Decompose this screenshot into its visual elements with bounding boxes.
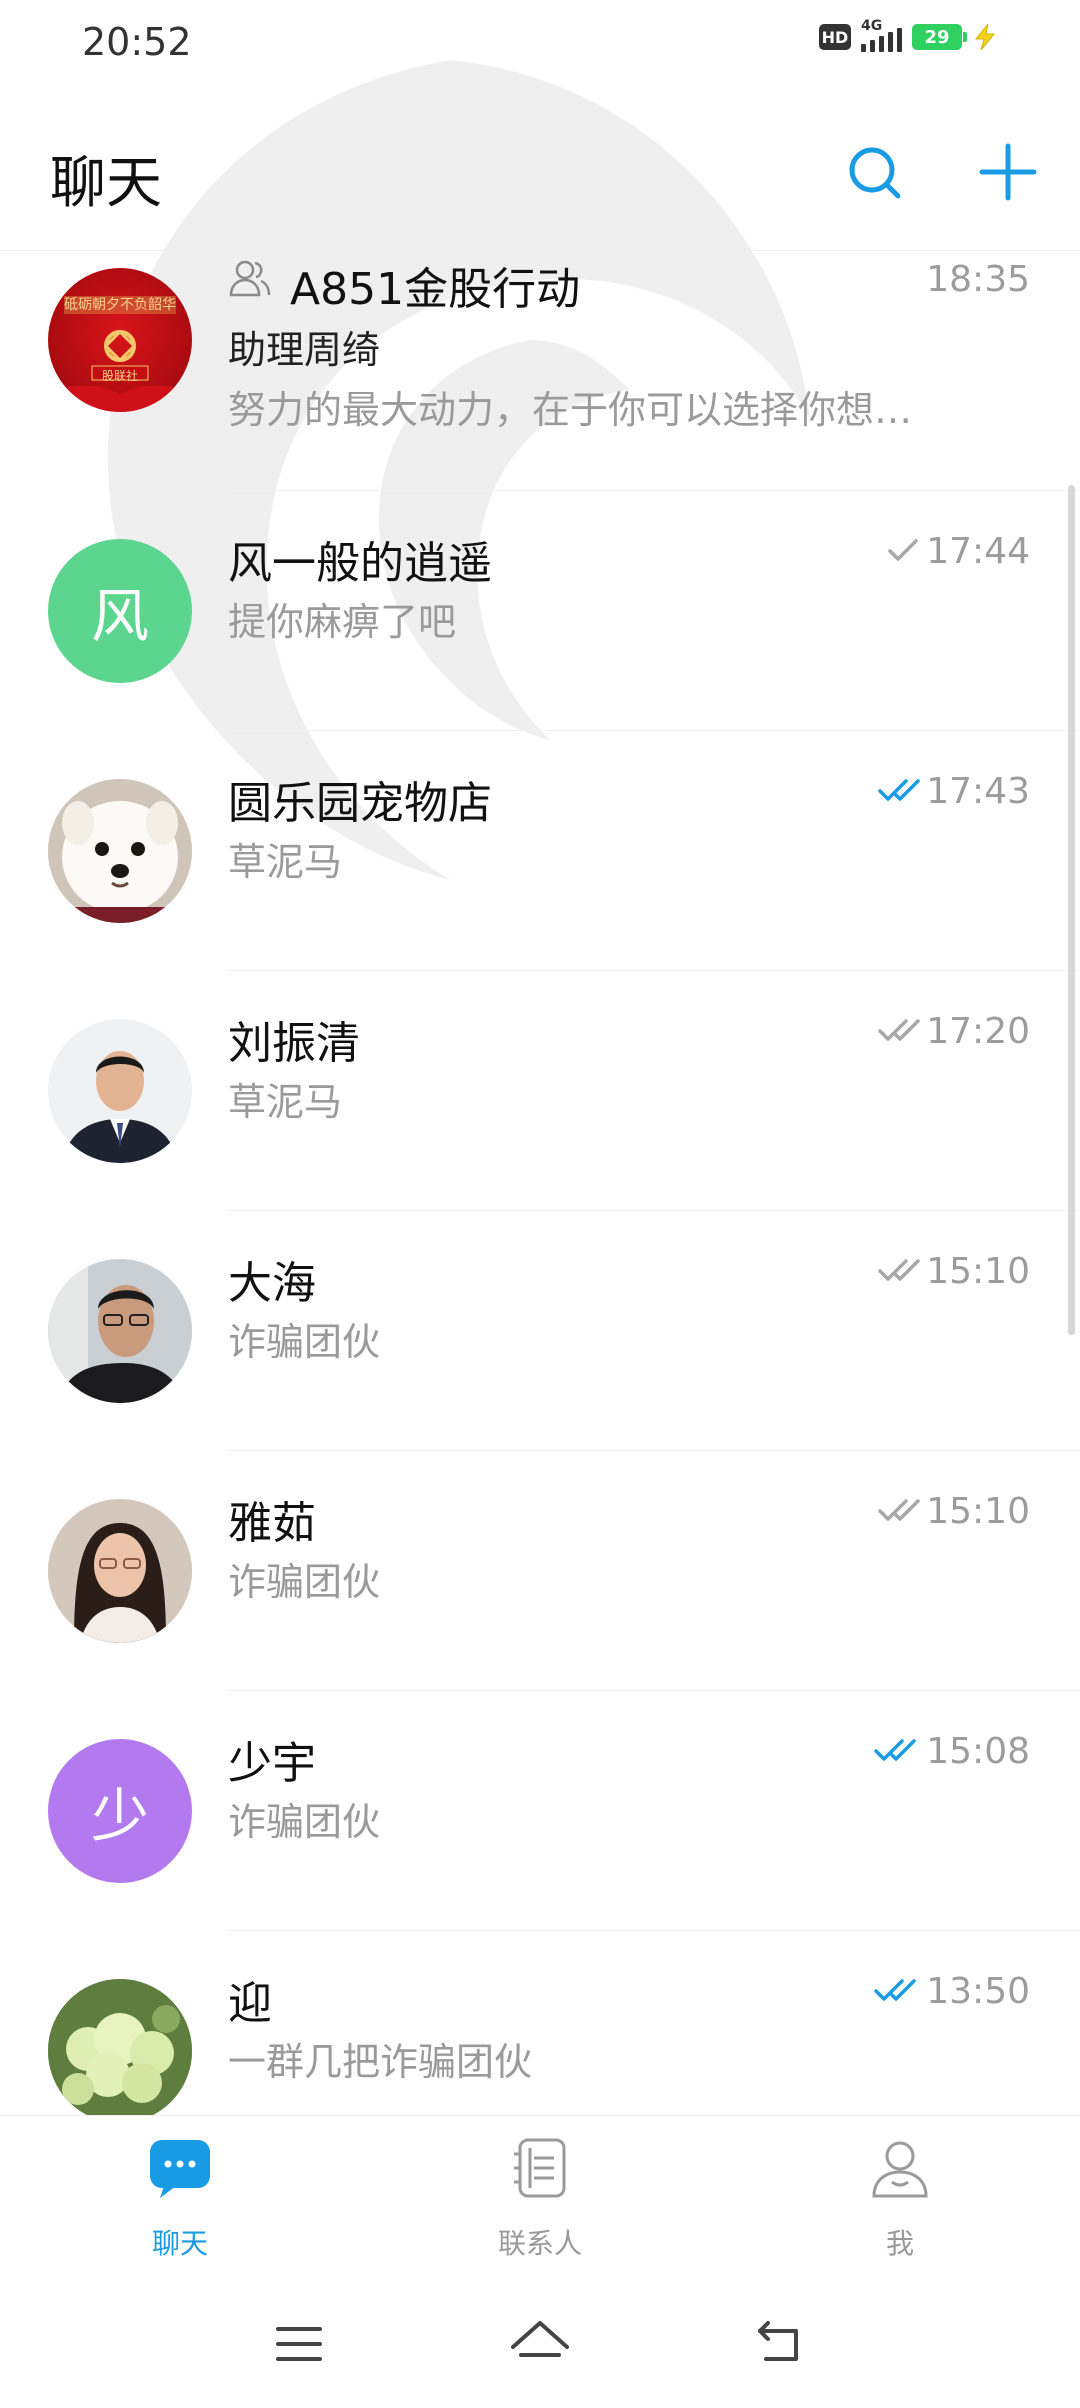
contacts-icon [514,2138,566,2198]
chat-preview: 一群几把诈骗团伙 [228,2040,533,2084]
flower-avatar-icon [48,1979,192,2123]
avatar [48,1019,192,1163]
network-type: 4G [861,18,883,34]
person-avatar-icon [48,1259,192,1403]
tab-label: 联系人 [497,2227,582,2260]
chat-time: 17:20 [926,1011,1030,1052]
plus-icon[interactable] [972,136,1044,208]
home-icon[interactable] [505,2309,575,2379]
chat-preview: 努力的最大动力，在于你可以选择你想… [228,388,913,432]
tab-label: 我 [885,2227,914,2260]
read-check-icon [874,1739,916,1761]
avatar-letter: 风 [90,582,149,650]
search-icon[interactable] [840,138,912,210]
read-check-icon [878,779,920,801]
profile-icon [872,2141,928,2198]
status-time: 20:52 [82,20,192,64]
avatar [48,1499,192,1643]
chat-item[interactable]: 大海 15:10 诈骗团伙 [0,1211,1080,1451]
system-nav-bar [0,2285,1080,2408]
avatar [48,1259,192,1403]
chat-time: 13:50 [926,1971,1030,2012]
chat-item[interactable]: 刘振清 17:20 草泥马 [0,971,1080,1211]
battery-icon: 29 [912,24,967,50]
chat-name: A851金股行动 [290,264,581,315]
chat-name: 大海 [228,1258,316,1309]
avatar [48,1979,192,2123]
chat-preview: 提你麻痹了吧 [228,600,457,644]
app-header: 聊天 [0,100,1080,250]
scrollbar[interactable] [1068,485,1075,1335]
chat-time: 15:10 [926,1251,1030,1292]
chat-name: 圆乐园宠物店 [228,778,492,829]
hd-icon: HD [819,24,851,50]
menu-icon[interactable] [264,2309,334,2379]
delivered-check-icon [878,1019,920,1041]
chat-time: 15:08 [926,1731,1030,1772]
avatar [48,779,192,923]
avatar-letter: 少 [90,1782,149,1850]
chat-name: 刘振清 [228,1018,360,1069]
status-bar: 20:52 HD 4G 29 [0,0,1080,86]
chat-item[interactable]: 少 少宇 15:08 诈骗团伙 [0,1691,1080,1931]
avatar-sub-caption: 股联社 [101,369,138,383]
signal-icon: 4G [861,18,902,52]
tab-chats[interactable]: 聊天 [80,2136,280,2276]
chat-preview: 草泥马 [228,1080,343,1124]
chat-name: 雅茹 [228,1498,316,1549]
read-check-icon [874,1979,916,2001]
charging-icon [974,23,996,51]
avatar: 少 [48,1739,192,1883]
chat-item[interactable]: 风 风一般的逍遥 17:44 提你麻痹了吧 [0,491,1080,731]
chat-sender: 助理周绮 [228,328,381,372]
chat-preview: 诈骗团伙 [228,1560,381,1604]
battery-level: 29 [924,26,950,48]
chat-preview: 草泥马 [228,840,343,884]
tab-me[interactable]: 我 [800,2136,1000,2276]
group-logo-icon [48,296,192,412]
page-title: 聊天 [50,151,162,216]
chat-name: 迎 [228,1978,272,2029]
chat-name: 少宇 [228,1738,316,1789]
back-icon[interactable] [746,2309,816,2379]
avatar-caption: 砥砺朝夕不负韶华 [64,297,176,313]
chat-time: 17:43 [926,771,1030,812]
status-icons: HD 4G 29 [819,18,998,52]
group-icon [229,260,271,297]
chat-item-group[interactable]: 砥砺朝夕不负韶华 股联社 A851金股行动 18:35 助理周绮 努力的最大动力… [0,251,1080,491]
person-avatar-icon [48,1499,192,1643]
sent-check-icon [888,539,918,561]
chat-list-screen: 20:52 HD 4G 29 聊天 砥砺朝夕不负韶华 股联社 A851金股行动 … [0,0,1080,2408]
avatar: 砥砺朝夕不负韶华 股联社 [48,268,192,412]
chat-name: 风一般的逍遥 [228,538,492,589]
chat-time: 18:35 [926,259,1030,300]
bottom-nav: 聊天 联系人 我 [0,2115,1080,2285]
chat-preview: 诈骗团伙 [228,1800,381,1844]
chat-preview: 诈骗团伙 [228,1320,381,1364]
chat-bubble-icon [150,2140,210,2198]
person-avatar-icon [48,1019,192,1163]
chat-item[interactable]: 雅茹 15:10 诈骗团伙 [0,1451,1080,1691]
tab-label: 聊天 [151,2227,208,2260]
tab-contacts[interactable]: 联系人 [440,2136,640,2276]
delivered-check-icon [878,1499,920,1521]
chat-time: 15:10 [926,1491,1030,1532]
avatar: 风 [48,539,192,683]
dog-avatar-icon [48,779,192,923]
chat-item[interactable]: 圆乐园宠物店 17:43 草泥马 [0,731,1080,971]
delivered-check-icon [878,1259,920,1281]
chat-time: 17:44 [926,531,1030,572]
